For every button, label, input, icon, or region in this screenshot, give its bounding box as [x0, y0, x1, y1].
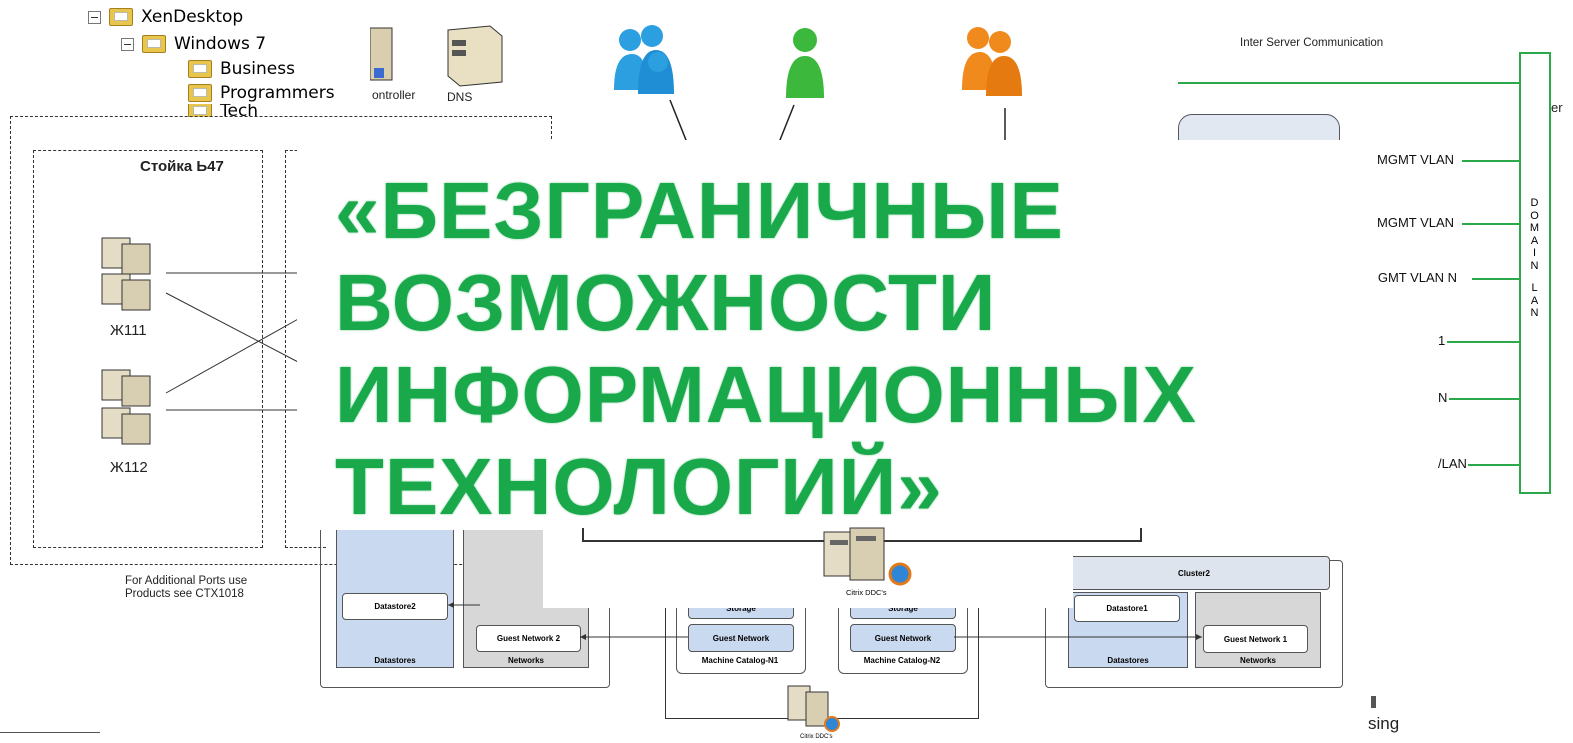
vlan-label: /LAN	[1438, 456, 1467, 471]
citrix-ddc-top-icon	[823, 527, 912, 586]
server-icon	[101, 237, 151, 311]
banner-text: «БЕЗГРАНИЧНЫЕ ВОЗМОЖНОСТИ ИНФОРМАЦИОННЫХ…	[335, 165, 1365, 533]
folder-icon	[142, 35, 166, 53]
domain-controller-icon	[370, 27, 393, 81]
tree-item-label: Business	[220, 59, 295, 79]
banner-line-2: ВОЗМОЖНОСТИ	[335, 258, 997, 347]
folder-icon	[188, 84, 212, 102]
collapse-icon[interactable]	[121, 37, 134, 51]
vlan-label: N	[1438, 390, 1448, 405]
rack-servers-graphic	[101, 237, 301, 445]
arrow-line	[669, 99, 689, 146]
vlan-label: MGMT VLAN	[1377, 215, 1455, 230]
user-green-icon	[786, 28, 824, 98]
domain-lan-label: DO MA IN LA N	[1529, 197, 1541, 319]
server-label-1: Ж111	[110, 322, 147, 339]
tree-item-label: Programmers	[220, 83, 335, 103]
citrix-ddc-bottom-icon	[787, 685, 840, 732]
inter-server-label: Inter Server Communication	[1240, 37, 1384, 49]
banner-line-3: ИНФОРМАЦИОННЫХ	[335, 350, 1197, 439]
vlan-label: MGMT VLAN N	[1367, 270, 1458, 285]
tree-item-business[interactable]: Business	[188, 59, 295, 79]
banner-line-1: «БЕЗГРАНИЧНЫЕ	[335, 166, 1064, 255]
datastore2-box: Datastore2	[342, 593, 448, 620]
controller-label: ontroller	[372, 88, 416, 102]
cut-label: er	[1551, 100, 1563, 115]
vlan-label: MGMT VLAN	[1377, 152, 1455, 167]
domain-lan-bar: DO MA IN LA N	[1519, 52, 1551, 494]
tree-item-programmers[interactable]: Programmers	[188, 83, 335, 103]
tree-item-xendesktop[interactable]: XenDesktop	[88, 7, 243, 27]
tree-item-label: Windows 7	[174, 34, 267, 54]
cut-text-sing: sing	[1368, 714, 1400, 733]
ddc-top-label: Citrix DDC's	[846, 588, 887, 597]
users-orange-icon	[962, 27, 1022, 96]
rack-title: Стойка Ь47	[140, 158, 224, 175]
cluster2-box: Cluster2	[1058, 556, 1330, 590]
ddc-bottom-label: Citrix DDC's	[800, 734, 833, 740]
folder-icon	[109, 8, 133, 26]
collapse-icon[interactable]	[88, 10, 101, 24]
arrow-line	[777, 104, 795, 146]
network-arrows	[448, 602, 1202, 640]
folder-icon	[188, 60, 212, 78]
tree-item-windows7[interactable]: Windows 7	[121, 34, 266, 54]
server-icon	[101, 369, 151, 445]
vlan-label: 1	[1438, 333, 1446, 348]
cut-icon-fragment	[1371, 696, 1376, 708]
footer-rule	[0, 732, 100, 733]
tree-item-label: XenDesktop	[141, 7, 244, 27]
users-blue-icon	[614, 25, 674, 94]
dns-server-icon	[447, 25, 503, 87]
dns-label: DNS	[447, 90, 473, 104]
green-link	[1178, 82, 1520, 84]
ports-note: For Additional Ports use Products see CT…	[125, 575, 248, 600]
server-label-2: Ж112	[110, 459, 148, 476]
